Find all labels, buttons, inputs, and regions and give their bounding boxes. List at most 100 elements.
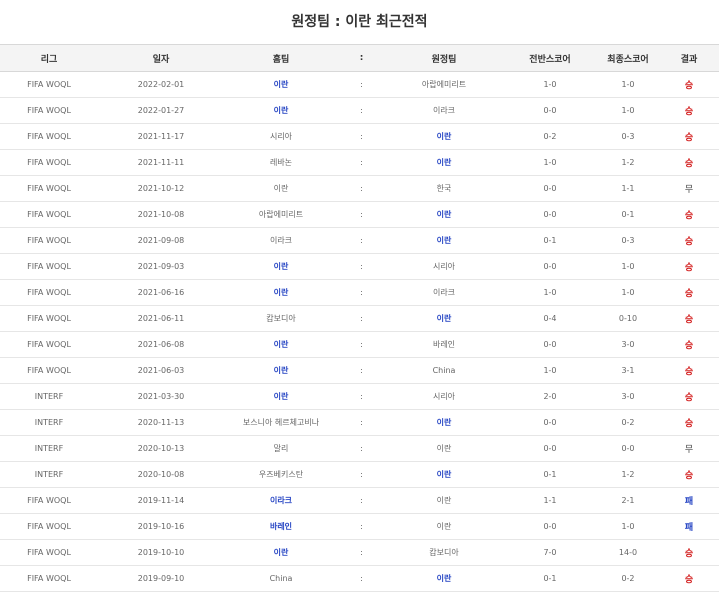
cell-half-score: 0-0 bbox=[503, 409, 597, 436]
cell-half-score: 0-1 bbox=[503, 461, 597, 488]
cell-half-score: 0-0 bbox=[503, 201, 597, 228]
table-row: FIFA WOQL 2019-11-14 이라크: 이란 1-1 2-1 패 bbox=[0, 487, 719, 514]
cell-league: FIFA WOQL bbox=[0, 123, 98, 150]
col-header-colon: : bbox=[338, 44, 385, 72]
cell-colon: : bbox=[338, 383, 385, 410]
cell-league: FIFA WOQL bbox=[0, 149, 98, 176]
cell-home-team: 아랍에미리트 bbox=[224, 201, 338, 228]
cell-date: 2021-11-11 bbox=[98, 149, 224, 176]
cell-home-team: 이라크 bbox=[224, 227, 338, 254]
cell-league: INTERF bbox=[0, 409, 98, 436]
cell-final-score: 3-1 bbox=[597, 357, 659, 384]
cell-final-score: 1-0 bbox=[597, 97, 659, 124]
cell-colon: : bbox=[338, 513, 385, 540]
cell-date: 2022-01-27 bbox=[98, 97, 224, 124]
cell-half-score: 0-0 bbox=[503, 253, 597, 280]
cell-result: 승 bbox=[659, 409, 719, 436]
cell-half-score: 7-0 bbox=[503, 539, 597, 566]
cell-home-team: 이란 bbox=[224, 175, 338, 202]
cell-result: 승 bbox=[659, 71, 719, 98]
cell-date: 2020-11-13 bbox=[98, 409, 224, 436]
col-header-away: 원정팀 bbox=[385, 44, 503, 72]
cell-date: 2021-09-03 bbox=[98, 253, 224, 280]
cell-result: 패 bbox=[659, 513, 719, 540]
cell-final-score: 0-3 bbox=[597, 123, 659, 150]
cell-result: 승 bbox=[659, 97, 719, 124]
cell-league: FIFA WOQL bbox=[0, 175, 98, 202]
cell-away-team: 시리아 bbox=[385, 383, 503, 410]
cell-colon: : bbox=[338, 461, 385, 488]
cell-date: 2021-06-08 bbox=[98, 331, 224, 358]
cell-away-team: 이란 bbox=[385, 409, 503, 436]
recent-matches-table: 리그 일자 홈팀 : 원정팀 전반스코어 최종스코어 결과 FIFA WOQL 2… bbox=[0, 44, 719, 592]
cell-date: 2020-10-08 bbox=[98, 461, 224, 488]
table-row: FIFA WOQL 2021-06-08 이란: 바레인 0-0 3-0 승 bbox=[0, 331, 719, 358]
cell-final-score: 1-0 bbox=[597, 253, 659, 280]
cell-result: 패 bbox=[659, 487, 719, 514]
cell-half-score: 1-0 bbox=[503, 279, 597, 306]
cell-home-team: 이란 bbox=[224, 357, 338, 384]
table-row: INTERF 2020-10-08 우즈베키스탄: 이란 0-1 1-2 승 bbox=[0, 461, 719, 488]
cell-half-score: 1-1 bbox=[503, 487, 597, 514]
cell-home-team: China bbox=[224, 565, 338, 592]
cell-date: 2019-10-16 bbox=[98, 513, 224, 540]
cell-home-team: 보스니아 헤르체고비나 bbox=[224, 409, 338, 436]
cell-home-team: 레바논 bbox=[224, 149, 338, 176]
table-row: INTERF 2020-11-13 보스니아 헤르체고비나: 이란 0-0 0-2 승 bbox=[0, 409, 719, 436]
cell-home-team: 이란 bbox=[224, 383, 338, 410]
cell-result: 승 bbox=[659, 383, 719, 410]
page-title: 원정팀 : 이란 최근전적 bbox=[291, 14, 428, 30]
cell-result: 무 bbox=[659, 435, 719, 462]
cell-away-team: 이란 bbox=[385, 227, 503, 254]
cell-away-team: 시리아 bbox=[385, 253, 503, 280]
cell-final-score: 0-2 bbox=[597, 565, 659, 592]
cell-date: 2021-09-08 bbox=[98, 227, 224, 254]
cell-colon: : bbox=[338, 123, 385, 150]
cell-home-team: 이란 bbox=[224, 279, 338, 306]
cell-half-score: 0-1 bbox=[503, 565, 597, 592]
cell-home-team: 시리아 bbox=[224, 123, 338, 150]
table-row: FIFA WOQL 2021-11-17 시리아: 이란 0-2 0-3 승 bbox=[0, 123, 719, 150]
table-header-row: 리그 일자 홈팀 : 원정팀 전반스코어 최종스코어 결과 bbox=[0, 44, 719, 72]
table-row: FIFA WOQL 2022-01-27 이란: 이라크 0-0 1-0 승 bbox=[0, 97, 719, 124]
cell-away-team: 이란 bbox=[385, 149, 503, 176]
cell-home-team: 이란 bbox=[224, 539, 338, 566]
table-row: INTERF 2020-10-13 말리: 이란 0-0 0-0 무 bbox=[0, 435, 719, 462]
cell-away-team: 이라크 bbox=[385, 279, 503, 306]
cell-date: 2019-10-10 bbox=[98, 539, 224, 566]
cell-half-score: 0-2 bbox=[503, 123, 597, 150]
cell-final-score: 0-3 bbox=[597, 227, 659, 254]
cell-half-score: 0-0 bbox=[503, 175, 597, 202]
cell-away-team: 캄보디아 bbox=[385, 539, 503, 566]
cell-home-team: 캄보디아 bbox=[224, 305, 338, 332]
cell-result: 승 bbox=[659, 149, 719, 176]
table-row: FIFA WOQL 2021-09-03 이란: 시리아 0-0 1-0 승 bbox=[0, 253, 719, 280]
cell-result: 승 bbox=[659, 357, 719, 384]
cell-league: FIFA WOQL bbox=[0, 487, 98, 514]
cell-final-score: 2-1 bbox=[597, 487, 659, 514]
table-row: FIFA WOQL 2019-10-10 이란: 캄보디아 7-0 14-0 승 bbox=[0, 539, 719, 566]
col-header-home: 홈팀 bbox=[224, 44, 338, 72]
table-row: FIFA WOQL 2021-11-11 레바논: 이란 1-0 1-2 승 bbox=[0, 149, 719, 176]
table-row: FIFA WOQL 2021-06-03 이란: China 1-0 3-1 승 bbox=[0, 357, 719, 384]
cell-half-score: 1-0 bbox=[503, 357, 597, 384]
table-row: FIFA WOQL 2019-10-16 바레인: 이란 0-0 1-0 패 bbox=[0, 513, 719, 540]
table-row: INTERF 2021-03-30 이란: 시리아 2-0 3-0 승 bbox=[0, 383, 719, 410]
cell-date: 2021-06-11 bbox=[98, 305, 224, 332]
col-header-result: 결과 bbox=[659, 44, 719, 72]
cell-date: 2019-09-10 bbox=[98, 565, 224, 592]
cell-colon: : bbox=[338, 487, 385, 514]
table-row: FIFA WOQL 2021-10-08 아랍에미리트: 이란 0-0 0-1 승 bbox=[0, 201, 719, 228]
cell-league: FIFA WOQL bbox=[0, 331, 98, 358]
cell-colon: : bbox=[338, 201, 385, 228]
cell-colon: : bbox=[338, 71, 385, 98]
cell-final-score: 1-0 bbox=[597, 279, 659, 306]
cell-date: 2021-11-17 bbox=[98, 123, 224, 150]
cell-colon: : bbox=[338, 253, 385, 280]
cell-half-score: 0-0 bbox=[503, 435, 597, 462]
table-row: FIFA WOQL 2021-06-11 캄보디아: 이란 0-4 0-10 승 bbox=[0, 305, 719, 332]
cell-date: 2021-10-12 bbox=[98, 175, 224, 202]
cell-away-team: 이라크 bbox=[385, 97, 503, 124]
table-row: FIFA WOQL 2022-02-01 이란: 아랍에미리트 1-0 1-0 승 bbox=[0, 71, 719, 98]
cell-away-team: 이란 bbox=[385, 487, 503, 514]
